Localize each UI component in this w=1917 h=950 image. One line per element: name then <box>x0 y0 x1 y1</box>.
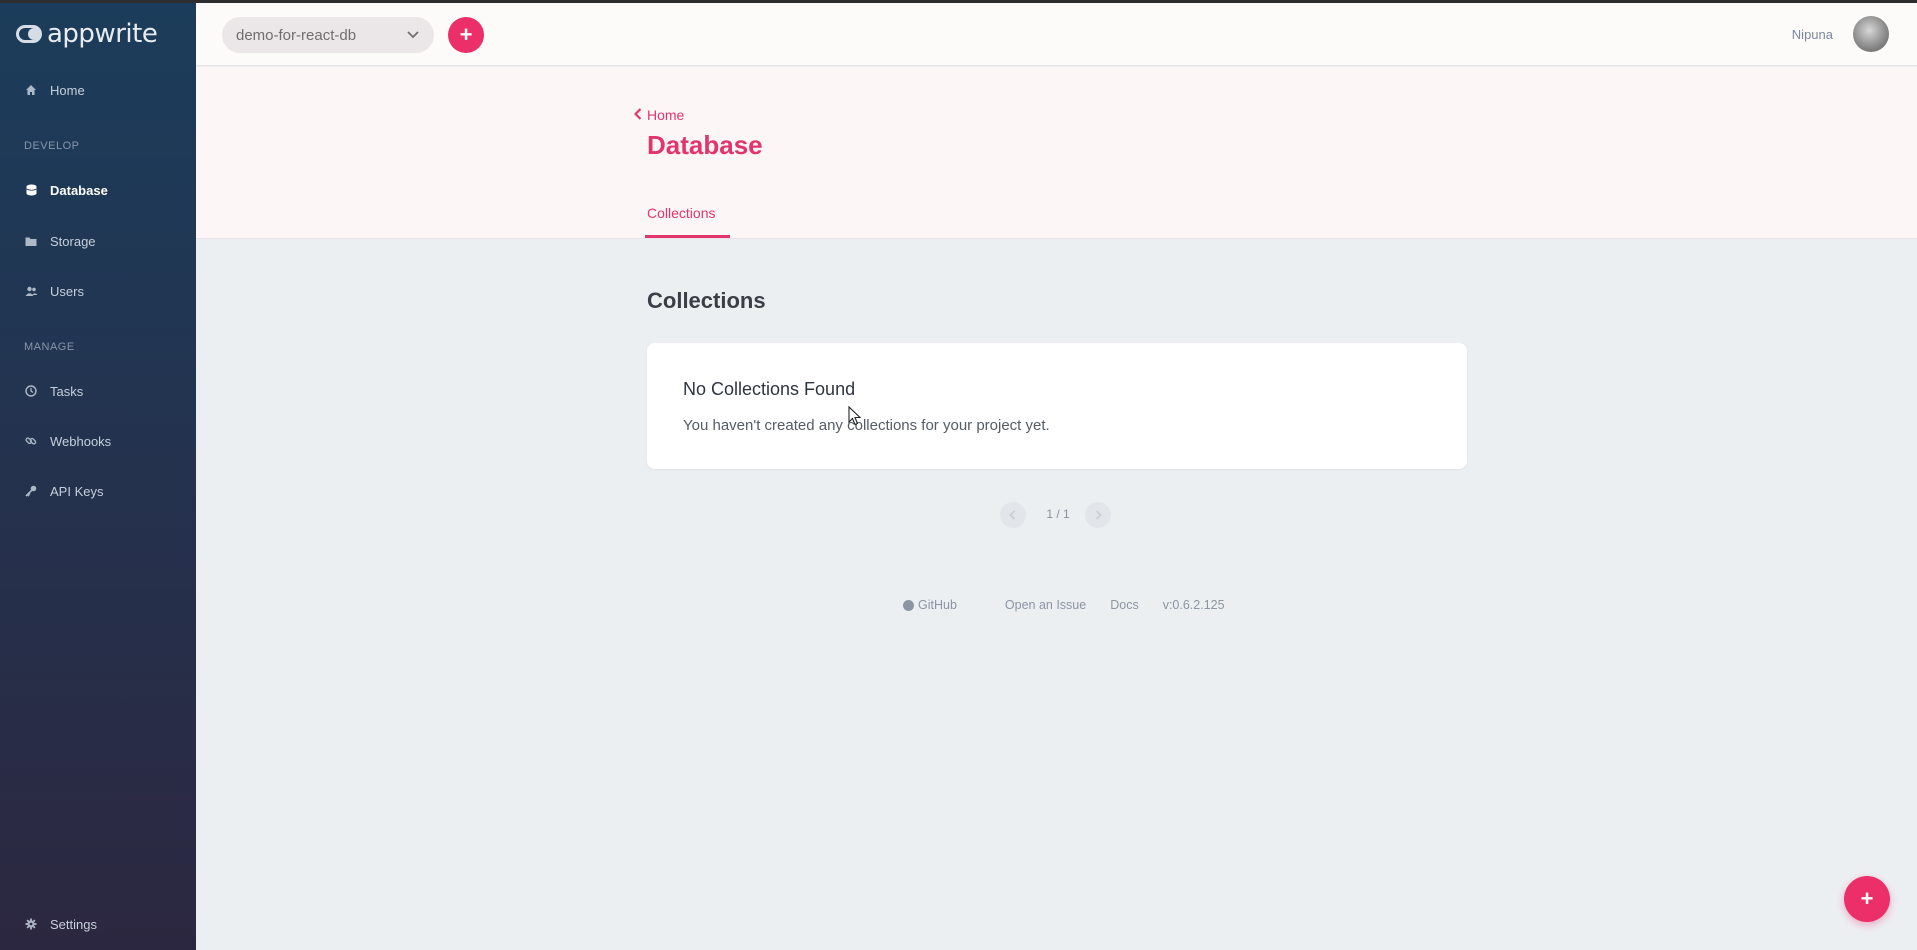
chevron-left-icon <box>1009 510 1016 520</box>
link-icon <box>24 434 38 448</box>
sidebar-item-users[interactable]: Users <box>0 276 196 306</box>
github-icon <box>903 599 914 611</box>
sidebar-item-label: Tasks <box>50 383 84 399</box>
github-label: GitHub <box>918 598 957 612</box>
empty-state-title: No Collections Found <box>683 379 856 399</box>
plus-icon: + <box>459 22 473 47</box>
clock-icon <box>24 384 38 398</box>
sidebar-item-label: Webhooks <box>50 433 112 449</box>
page-count: 1 / 1 <box>1046 507 1070 521</box>
sidebar-item-label: Users <box>50 283 84 299</box>
pagination: 1 / 1 <box>1000 499 1115 529</box>
open-issue-link[interactable]: Open an Issue <box>1005 598 1086 612</box>
section-label-manage: MANAGE <box>24 341 75 353</box>
sidebar-item-tasks[interactable]: Tasks <box>0 376 196 406</box>
home-icon <box>24 83 38 97</box>
sidebar-item-label: Settings <box>50 916 97 932</box>
sidebar-item-label: API Keys <box>50 483 104 499</box>
empty-state-card: No Collections Found You haven't created… <box>647 343 1467 469</box>
sidebar-item-storage[interactable]: Storage <box>0 226 196 256</box>
footer: GitHub Open an Issue Docs v:0.6.2.125 <box>903 598 1225 612</box>
window-top-border <box>0 0 1917 3</box>
plus-icon: + <box>1860 886 1874 911</box>
previous-page-button[interactable] <box>1000 502 1026 528</box>
sidebar-item-database[interactable]: Database <box>0 175 196 205</box>
logo-text: appwrite <box>47 19 158 49</box>
add-project-button[interactable]: + <box>448 17 484 53</box>
project-name: demo-for-react-db <box>236 26 357 44</box>
sidebar-item-settings[interactable]: Settings <box>0 909 196 939</box>
version-label: v:0.6.2.125 <box>1162 598 1225 612</box>
avatar[interactable] <box>1853 16 1889 52</box>
sidebar-item-webhooks[interactable]: Webhooks <box>0 426 196 456</box>
page-title: Database <box>647 130 763 160</box>
sidebar-item-label: Database <box>50 182 108 198</box>
sidebar: appwrite Home DEVELOP Database Storage U… <box>0 0 196 950</box>
sidebar-item-label: Storage <box>50 233 96 249</box>
gear-icon <box>24 917 38 931</box>
tab-collections[interactable]: Collections <box>647 205 715 221</box>
project-selector[interactable]: demo-for-react-db <box>222 17 434 53</box>
sidebar-item-api-keys[interactable]: API Keys <box>0 476 196 506</box>
sidebar-item-label: Home <box>50 82 85 98</box>
tab-active-indicator <box>645 235 730 238</box>
empty-state-text: You haven't created any collections for … <box>683 417 1050 434</box>
back-link[interactable]: Home <box>633 107 685 123</box>
users-icon <box>24 284 38 298</box>
appwrite-logo[interactable]: appwrite <box>16 19 158 49</box>
username[interactable]: Nipuna <box>1792 27 1833 42</box>
appwrite-logo-icon <box>16 24 44 44</box>
page-header: Home Database Collections <box>196 67 1917 239</box>
key-icon <box>24 484 38 498</box>
chevron-down-icon <box>406 27 420 41</box>
next-page-button[interactable] <box>1085 502 1111 528</box>
add-collection-button[interactable]: + <box>1844 876 1890 922</box>
docs-link[interactable]: Docs <box>1110 598 1138 612</box>
section-label-develop: DEVELOP <box>24 140 80 152</box>
top-bar: demo-for-react-db + Nipuna <box>196 3 1917 66</box>
folder-icon <box>24 234 38 248</box>
mouse-cursor-icon <box>848 406 862 426</box>
database-icon <box>24 183 38 197</box>
chevron-right-icon <box>1095 510 1102 520</box>
github-link[interactable]: GitHub <box>903 598 981 612</box>
section-title: Collections <box>647 288 766 313</box>
sidebar-item-home[interactable]: Home <box>0 75 196 105</box>
chevron-left-icon <box>633 107 642 123</box>
back-link-label: Home <box>647 107 685 123</box>
